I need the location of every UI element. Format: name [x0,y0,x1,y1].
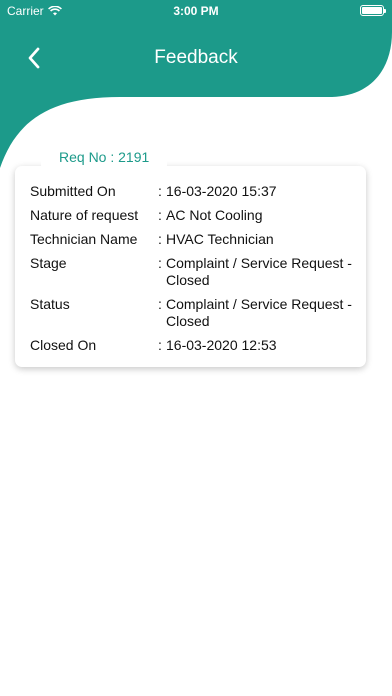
request-number-label: Req No : 2191 [41,147,168,167]
detail-value-text: HVAC Technician [166,231,274,247]
separator: : [158,255,162,271]
status-bar: Carrier 3:00 PM [0,0,392,22]
detail-value: : Complaint / Service Request - Closed [158,296,356,330]
detail-value: : Complaint / Service Request - Closed [158,255,356,289]
detail-row-status: Status : Complaint / Service Request - C… [30,296,356,330]
battery-level [362,7,382,14]
separator: : [158,337,162,353]
detail-label: Technician Name [30,231,138,247]
detail-label: Stage [30,255,67,271]
detail-label: Nature of request [30,207,139,223]
detail-value-text: AC Not Cooling [166,207,263,223]
separator: : [158,183,162,199]
battery-icon [360,5,386,16]
detail-row-stage: Stage : Complaint / Service Request - Cl… [30,255,356,289]
page-title: Feedback [154,47,238,68]
separator: : [158,207,162,223]
separator: : [158,296,162,312]
details-list: Submitted On : 16-03-2020 15:37 Nature o… [30,183,356,361]
detail-value: : 16-03-2020 15:37 [158,183,356,200]
separator: : [158,231,162,247]
detail-row-technician-name: Technician Name : HVAC Technician [30,231,356,248]
detail-label: Status [30,296,70,312]
request-details-card: Submitted On : 16-03-2020 15:37 Nature o… [15,166,366,367]
detail-value: : 16-03-2020 12:53 [158,337,356,354]
detail-value: : AC Not Cooling [158,207,356,224]
status-time: 3:00 PM [173,4,219,18]
detail-label: Submitted On [30,183,116,199]
detail-row-closed-on: Closed On : 16-03-2020 12:53 [30,337,356,354]
detail-value-text: Complaint / Service Request - Closed [166,255,352,288]
detail-row-nature-of-request: Nature of request : AC Not Cooling [30,207,356,224]
detail-value-text: 16-03-2020 15:37 [166,183,277,199]
detail-row-submitted-on: Submitted On : 16-03-2020 15:37 [30,183,356,200]
nav-header: Feedback [0,36,392,80]
detail-label: Closed On [30,337,97,353]
detail-value: : HVAC Technician [158,231,356,248]
detail-value-text: 16-03-2020 12:53 [166,337,277,353]
detail-value-text: Complaint / Service Request - Closed [166,296,352,329]
